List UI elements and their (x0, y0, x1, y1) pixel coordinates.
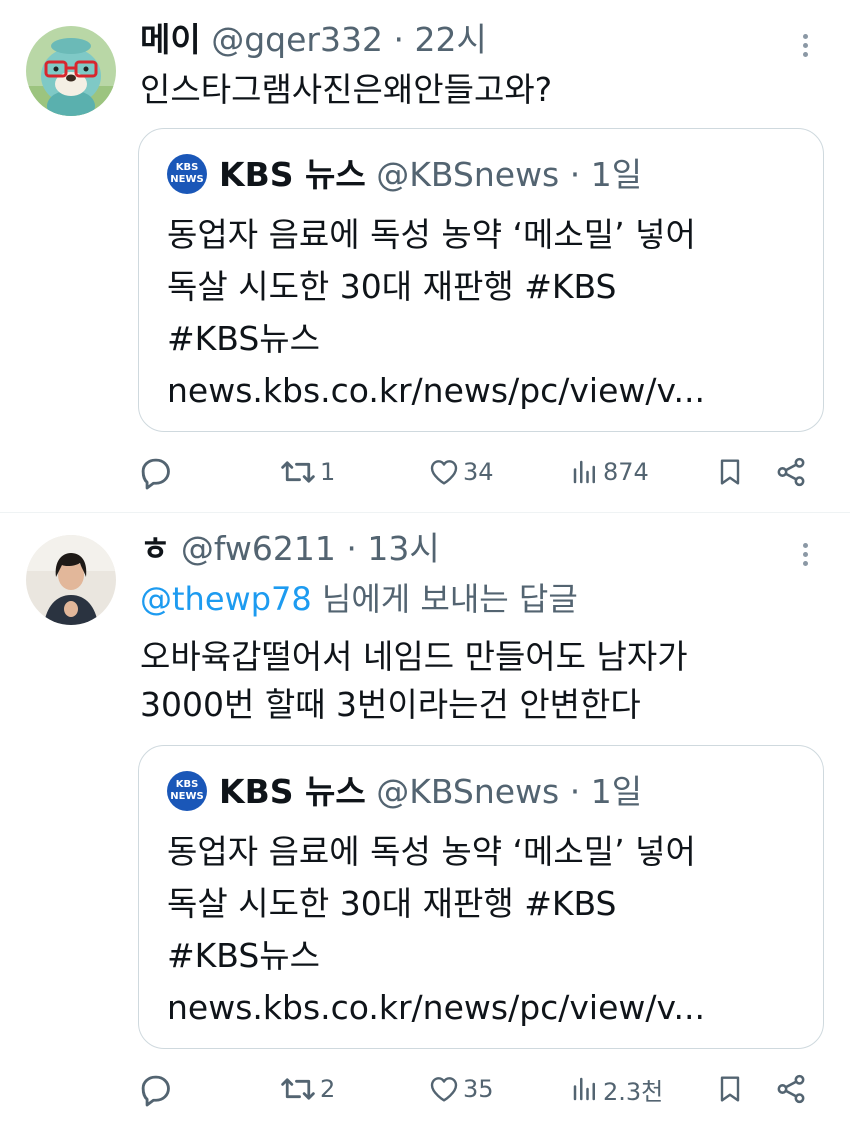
views-button[interactable]: 874 (570, 452, 649, 492)
view-count: 2.3천 (603, 1077, 664, 1106)
quoted-text-line: #KBS뉴스 (167, 319, 321, 358)
quoted-timestamp: 1일 (590, 155, 643, 194)
separator: · (346, 529, 357, 568)
replying-to: @thewp78 님에게 보내는 답글 (140, 579, 578, 619)
quoted-handle: @KBSnews (376, 772, 560, 811)
quoted-display-name: KBS 뉴스 (219, 155, 366, 194)
retweet-button[interactable]: 2 (278, 1069, 335, 1109)
quoted-timestamp: 1일 (590, 772, 643, 811)
avatar[interactable] (26, 535, 116, 625)
more-icon[interactable] (790, 535, 820, 575)
tweet-text-line: 오바육갑떨어서 네임드 만들어도 남자가 (140, 637, 688, 676)
reply-icon (141, 1075, 170, 1107)
views-icon (573, 460, 595, 484)
views-icon (573, 1077, 595, 1101)
share-button[interactable] (774, 1069, 808, 1109)
tweet[interactable]: ㅎ @fw6211 · 13시 @thewp78 님에게 보내는 답글 오바육갑… (0, 513, 850, 1141)
action-bar: 2 35 2.3천 (0, 1069, 850, 1109)
bookmark-button[interactable] (714, 1069, 746, 1109)
like-count: 34 (463, 458, 494, 486)
tweet[interactable]: 메이 @gqer332 · 22시 인스타그램사진은왜안들고와? KBS NEWS… (0, 0, 850, 512)
quoted-link[interactable]: news.kbs.co.kr/news/pc/view/v... (167, 365, 807, 417)
display-name[interactable]: ㅎ (140, 529, 170, 568)
quoted-header: KBS NEWS KBS 뉴스 @KBSnews · 1일 (167, 153, 643, 197)
tweet-header: 메이 @gqer332 · 22시 (140, 20, 487, 60)
action-bar: 1 34 874 (0, 452, 850, 492)
tweet-header: ㅎ @fw6211 · 13시 (140, 529, 440, 569)
views-button[interactable]: 2.3천 (570, 1069, 663, 1109)
like-count: 35 (463, 1075, 494, 1103)
retweet-count: 1 (320, 458, 336, 486)
retweet-count: 2 (320, 1075, 336, 1103)
reply-icon (141, 458, 170, 490)
retweet-icon (281, 461, 315, 483)
like-icon (430, 1077, 458, 1102)
quoted-text: 동업자 음료에 독성 농약 ‘메소밀’ 넣어 독살 시도한 30대 재판행 #K… (167, 209, 807, 417)
like-button[interactable]: 35 (428, 1069, 494, 1109)
retweet-button[interactable]: 1 (278, 452, 335, 492)
bookmark-icon (720, 459, 740, 485)
reply-mention[interactable]: @thewp78 (140, 580, 312, 618)
quoted-text-line: 독살 시도한 30대 재판행 #KBS (167, 267, 617, 306)
separator: · (393, 20, 405, 59)
display-name[interactable]: 메이 (140, 20, 201, 59)
quoted-display-name: KBS 뉴스 (219, 772, 366, 811)
share-button[interactable] (774, 452, 808, 492)
quoted-text-line: 동업자 음료에 독성 농약 ‘메소밀’ 넣어 (167, 832, 696, 871)
quoted-text: 동업자 음료에 독성 농약 ‘메소밀’ 넣어 독살 시도한 30대 재판행 #K… (167, 826, 807, 1034)
quoted-header: KBS NEWS KBS 뉴스 @KBSnews · 1일 (167, 770, 643, 814)
user-handle[interactable]: @gqer332 (211, 20, 383, 59)
separator: · (569, 772, 581, 811)
kbs-logo-avatar[interactable]: KBS NEWS (167, 770, 207, 811)
quoted-link[interactable]: news.kbs.co.kr/news/pc/view/v... (167, 982, 807, 1034)
more-icon[interactable] (790, 26, 820, 66)
bookmark-icon (720, 1076, 740, 1102)
reply-button[interactable] (136, 452, 174, 492)
tweet-text-line: 3000번 할때 3번이라는건 안변한다 (140, 685, 641, 724)
quoted-tweet[interactable]: KBS NEWS KBS 뉴스 @KBSnews · 1일 동업자 음료에 독성 농… (138, 745, 824, 1049)
tweet-text: 오바육갑떨어서 네임드 만들어도 남자가 3000번 할때 3번이라는건 안변한… (140, 633, 688, 729)
quoted-text-line: #KBS뉴스 (167, 936, 321, 975)
separator: · (569, 155, 581, 194)
reply-button[interactable] (136, 1069, 174, 1109)
quoted-tweet[interactable]: KBS NEWS KBS 뉴스 @KBSnews · 1일 동업자 음료에 독성 농… (138, 128, 824, 432)
quoted-handle: @KBSnews (376, 155, 560, 194)
bookmark-button[interactable] (714, 452, 746, 492)
kbs-logo-avatar[interactable]: KBS NEWS (167, 153, 207, 194)
reply-suffix: 님에게 보내는 답글 (321, 580, 578, 618)
user-handle[interactable]: @fw6211 (181, 529, 336, 568)
like-icon (430, 460, 458, 485)
avatar[interactable] (26, 26, 116, 116)
share-icon (777, 457, 805, 487)
quoted-text-line: 동업자 음료에 독성 농약 ‘메소밀’ 넣어 (167, 215, 696, 254)
retweet-icon (281, 1078, 315, 1100)
quoted-text-line: 독살 시도한 30대 재판행 #KBS (167, 884, 617, 923)
tweet-text: 인스타그램사진은왜안들고와? (140, 70, 553, 109)
timestamp[interactable]: 13시 (367, 529, 439, 568)
share-icon (777, 1074, 805, 1104)
like-button[interactable]: 34 (428, 452, 494, 492)
timestamp[interactable]: 22시 (415, 20, 487, 59)
view-count: 874 (603, 458, 649, 486)
